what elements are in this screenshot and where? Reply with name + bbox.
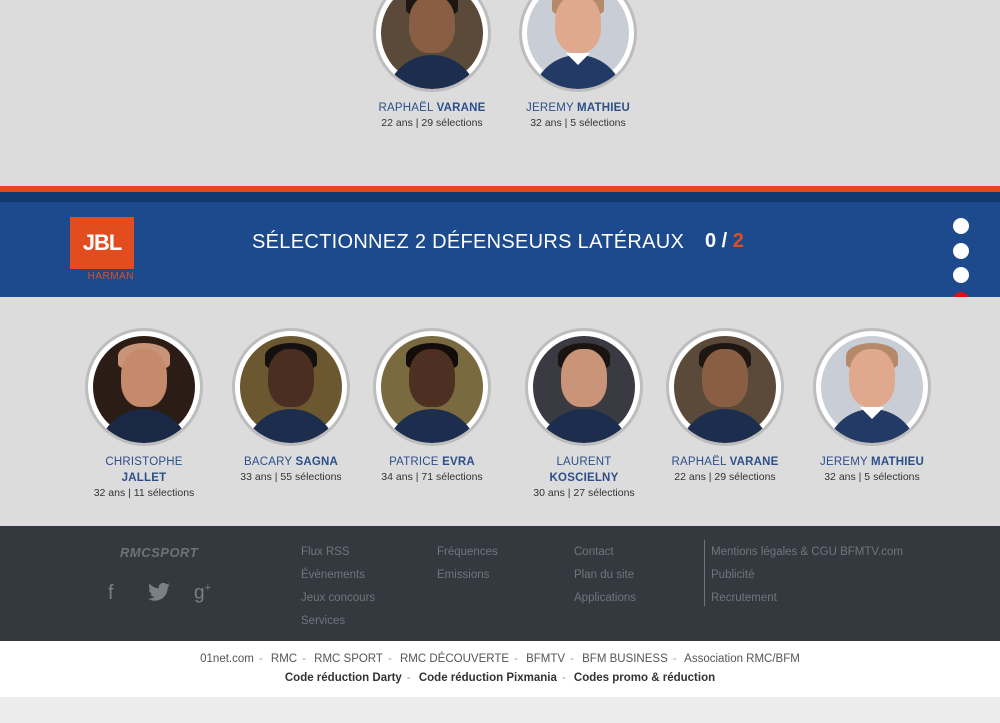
- footer-link[interactable]: Fréquences: [437, 541, 498, 564]
- player-photo: [522, 0, 634, 89]
- page-end-bar: [0, 697, 1000, 723]
- player-stats: 34 ans | 71 sélections: [381, 471, 483, 483]
- promo-link[interactable]: Codes promo & réduction: [574, 672, 715, 684]
- footer-link[interactable]: Recrutement: [711, 587, 903, 610]
- player-name: JEREMY MATHIEU: [526, 102, 630, 114]
- partner-links-bar: 01net.com - RMC - RMC SPORT - RMC DÉCOUVERT…: [0, 641, 1000, 697]
- network-link[interactable]: Association RMC/BFM: [684, 653, 800, 665]
- player-card-evra[interactable]: PATRICE EVRA 34 ans | 71 sélections: [362, 331, 502, 485]
- player-name: LAURENT KOSCIELNY: [549, 456, 619, 484]
- player-card-varane-top[interactable]: RAPHAËL VARANE 22 ans | 29 sélections: [362, 0, 502, 131]
- player-card-sagna[interactable]: BACARY SAGNA 33 ans | 55 sélections: [221, 331, 361, 485]
- step-dot-1[interactable]: [953, 218, 969, 234]
- player-photo: [669, 331, 781, 443]
- network-link[interactable]: RMC DÉCOUVERTE: [400, 653, 509, 665]
- player-photo: [528, 331, 640, 443]
- player-card-koscielny[interactable]: LAURENT KOSCIELNY 30 ans | 27 sélections: [514, 331, 654, 501]
- footer-link[interactable]: Contact: [574, 541, 636, 564]
- player-card-jallet[interactable]: CHRISTOPHE JALLET 32 ans | 11 sélections: [74, 331, 214, 501]
- rmc-sport-logo[interactable]: RMCSPORT: [120, 545, 198, 560]
- site-footer: RMCSPORT f g+ Flux RSS Évènements Jeux c…: [0, 526, 1000, 641]
- footer-link[interactable]: Flux RSS: [301, 541, 375, 564]
- player-name: CHRISTOPHE JALLET: [105, 456, 183, 484]
- player-stats: 22 ans | 29 sélections: [674, 471, 776, 483]
- footer-links-col-2: Fréquences Emissions: [437, 541, 498, 587]
- banner-dark-stripe: [0, 192, 1000, 202]
- google-plus-icon[interactable]: g+: [194, 582, 211, 604]
- network-link[interactable]: BFM BUSINESS: [582, 653, 668, 665]
- footer-links-col-3: Contact Plan du site Applications: [574, 541, 636, 610]
- promo-link[interactable]: Code réduction Darty: [285, 672, 402, 684]
- player-name: BACARY SAGNA: [243, 456, 338, 468]
- player-name: PATRICE EVRA: [389, 456, 475, 468]
- player-name: RAPHAËL VARANE: [671, 456, 779, 468]
- footer-link[interactable]: Services: [301, 610, 375, 633]
- footer-link[interactable]: Applications: [574, 587, 636, 610]
- promo-links: Code réduction Darty - Code réduction Pix…: [284, 672, 716, 684]
- player-stats: 33 ans | 55 sélections: [240, 471, 342, 483]
- player-stats: 32 ans | 5 sélections: [824, 471, 920, 483]
- network-link[interactable]: RMC: [271, 653, 297, 665]
- network-link[interactable]: BFMTV: [526, 653, 565, 665]
- player-stats: 32 ans | 11 sélections: [93, 487, 195, 499]
- player-card-varane[interactable]: RAPHAËL VARANE 22 ans | 29 sélections: [655, 331, 795, 485]
- selection-title: SÉLECTIONNEZ 2 DÉFENSEURS LATÉRAUX: [252, 231, 685, 253]
- step-dot-3[interactable]: [953, 267, 969, 283]
- footer-link[interactable]: Publicité: [711, 564, 903, 587]
- player-photo: [376, 0, 488, 89]
- footer-divider: [704, 540, 705, 606]
- jbl-harman-logo: JBL HARMAN: [70, 217, 134, 285]
- footer-link[interactable]: Jeux concours: [301, 587, 375, 610]
- facebook-icon[interactable]: f: [108, 582, 114, 605]
- footer-link[interactable]: Évènements: [301, 564, 375, 587]
- twitter-icon[interactable]: [148, 582, 170, 608]
- player-stats: 30 ans | 27 sélections: [533, 487, 635, 499]
- player-photo: [235, 331, 347, 443]
- footer-links-col-4: Mentions légales & CGU BFMTV.com Publici…: [711, 541, 903, 610]
- step-dot-2[interactable]: [953, 242, 969, 259]
- network-links: 01net.com - RMC - RMC SPORT - RMC DÉCOUVERT…: [200, 653, 800, 665]
- player-card-mathieu[interactable]: JEREMY MATHIEU 32 ans | 5 sélections: [802, 331, 942, 485]
- promo-link[interactable]: Code réduction Pixmania: [419, 672, 557, 684]
- footer-link[interactable]: Emissions: [437, 564, 498, 587]
- footer-link[interactable]: Plan du site: [574, 564, 636, 587]
- player-name: JEREMY MATHIEU: [820, 456, 924, 468]
- player-card-mathieu-top[interactable]: JEREMY MATHIEU 32 ans | 5 sélections: [508, 0, 648, 131]
- previous-selection-section: RAPHAËL VARANE 22 ans | 29 sélections JE…: [0, 0, 1000, 186]
- player-photo: [88, 331, 200, 443]
- player-name: RAPHAËL VARANE: [378, 102, 486, 114]
- footer-links-col-1: Flux RSS Évènements Jeux concours Servic…: [301, 541, 375, 633]
- network-link[interactable]: 01net.com: [200, 653, 254, 665]
- player-photo: [376, 331, 488, 443]
- selection-banner: JBL HARMAN SÉLECTIONNEZ 2 DÉFENSEURS LAT…: [0, 202, 1000, 297]
- player-photo: [816, 331, 928, 443]
- network-link[interactable]: RMC SPORT: [314, 653, 383, 665]
- selection-counter: 0 / 2: [705, 230, 744, 252]
- player-selection-grid: CHRISTOPHE JALLET 32 ans | 11 sélections …: [0, 297, 1000, 526]
- footer-link[interactable]: Mentions légales & CGU BFMTV.com: [711, 541, 903, 564]
- player-stats: 32 ans | 5 sélections: [530, 117, 626, 129]
- player-stats: 22 ans | 29 sélections: [381, 117, 483, 129]
